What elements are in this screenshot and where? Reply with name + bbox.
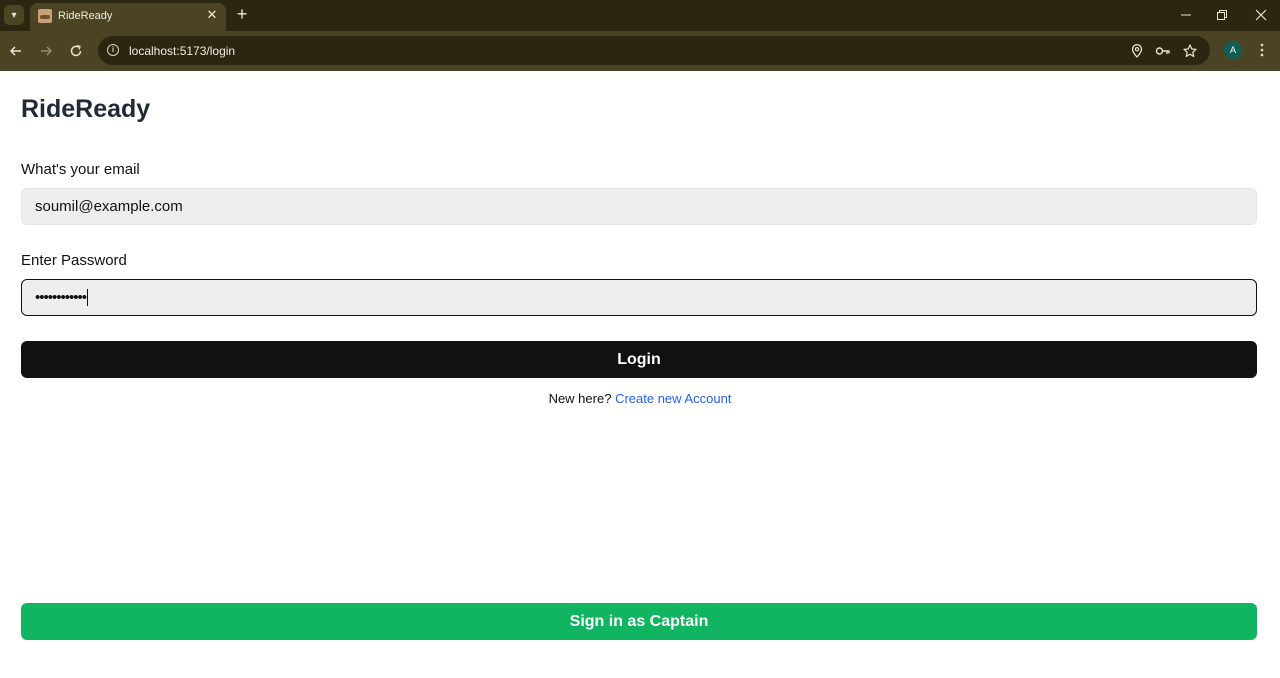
tab-title: RideReady [58,10,113,22]
site-info-icon[interactable]: i [107,44,119,56]
login-button[interactable]: Login [21,341,1257,378]
location-pin-icon[interactable] [1129,43,1145,59]
tab-search-chevron-down-icon[interactable]: ▾ [4,5,24,25]
reload-icon[interactable] [65,40,87,62]
signup-prompt-row: New here? Create new Account [0,391,1280,406]
login-page: RideReady What's your email soumil@examp… [0,71,1280,678]
password-value: •••••••••••• [35,289,87,306]
url-text: localhost:5173/login [129,44,236,58]
back-arrow-icon[interactable] [5,40,27,62]
minimize-icon[interactable] [1174,4,1198,26]
restore-icon[interactable] [1210,4,1234,26]
email-label: What's your email [21,161,140,178]
brand-title: RideReady [21,95,151,123]
close-window-icon[interactable] [1249,4,1273,26]
email-value: soumil@example.com [35,198,183,215]
text-caret [87,289,89,306]
bookmark-star-icon[interactable] [1182,43,1198,59]
tab-close-icon[interactable]: ✕ [204,7,220,23]
password-field[interactable]: •••••••••••• [21,279,1257,316]
more-menu-icon[interactable] [1254,41,1270,59]
browser-tab-bar: ▾ RideReady ✕ + [0,0,1280,31]
profile-avatar[interactable]: A [1224,41,1242,59]
car-favicon-icon [38,9,52,23]
signup-prompt: New here? [548,391,612,406]
create-account-link[interactable]: Create new Account [615,391,731,406]
email-field[interactable]: soumil@example.com [21,188,1257,225]
password-label: Enter Password [21,252,127,269]
forward-arrow-icon[interactable] [35,40,57,62]
password-key-icon[interactable] [1155,43,1171,59]
new-tab-plus-icon[interactable]: + [232,5,252,25]
address-bar[interactable]: i localhost:5173/login [98,36,1210,65]
browser-tab[interactable]: RideReady ✕ [30,3,226,31]
browser-toolbar: i localhost:5173/login A [0,31,1280,71]
captain-signin-button[interactable]: Sign in as Captain [21,603,1257,640]
